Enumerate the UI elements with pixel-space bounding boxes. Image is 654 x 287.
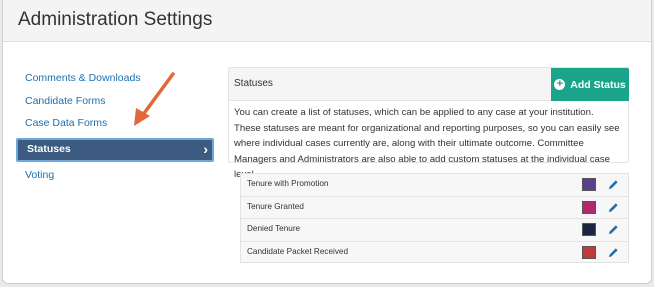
- sidebar-item-comments-downloads[interactable]: Comments & Downloads: [16, 68, 214, 91]
- status-color-swatch: [582, 200, 596, 214]
- add-status-label: Add Status: [570, 78, 626, 91]
- list-item[interactable]: Tenure with Promotion: [240, 173, 629, 196]
- status-color-swatch: [582, 223, 596, 236]
- list-item[interactable]: Tenure Granted: [240, 195, 629, 218]
- status-list: Tenure with Promotion Tenure Granted Den…: [240, 173, 629, 263]
- sidebar-item-voting[interactable]: Voting: [16, 165, 214, 188]
- plus-circle-icon: +: [554, 79, 566, 90]
- settings-sidebar: Comments & Downloads Candidate Forms Cas…: [16, 68, 214, 187]
- status-color-swatch: [582, 178, 596, 191]
- panel-title: Statuses: [234, 78, 273, 89]
- page-header: Administration Settings: [3, 0, 651, 42]
- chevron-right-icon: ›: [203, 140, 208, 157]
- panel-description: You can create a list of statuses, which…: [234, 107, 620, 180]
- page-title: Administration Settings: [18, 9, 213, 30]
- pencil-icon[interactable]: [608, 247, 619, 258]
- sidebar-item-label: Statuses: [27, 142, 71, 155]
- status-name: Denied Tenure: [247, 224, 301, 233]
- list-item[interactable]: Denied Tenure: [240, 218, 629, 241]
- statuses-panel: Statuses + Add Status You can create a l…: [228, 67, 629, 180]
- panel-header: Statuses + Add Status: [229, 68, 629, 101]
- sidebar-item-statuses[interactable]: Statuses ›: [16, 137, 214, 162]
- status-name: Candidate Packet Received: [247, 246, 349, 256]
- settings-window: Administration Settings Comments & Downl…: [2, 0, 652, 284]
- annotation-arrow-icon: [134, 72, 175, 126]
- add-status-button[interactable]: + Add Status: [551, 68, 629, 101]
- status-color-swatch: [582, 245, 596, 259]
- sidebar-item-case-data-forms[interactable]: Case Data Forms: [16, 113, 214, 136]
- status-name: Tenure with Promotion: [247, 179, 329, 188]
- pencil-icon[interactable]: [608, 179, 619, 190]
- status-name: Tenure Granted: [247, 201, 304, 211]
- pencil-icon[interactable]: [608, 224, 619, 235]
- pencil-icon[interactable]: [608, 202, 619, 213]
- sidebar-item-candidate-forms[interactable]: Candidate Forms: [16, 91, 214, 114]
- list-item[interactable]: Candidate Packet Received: [240, 240, 629, 263]
